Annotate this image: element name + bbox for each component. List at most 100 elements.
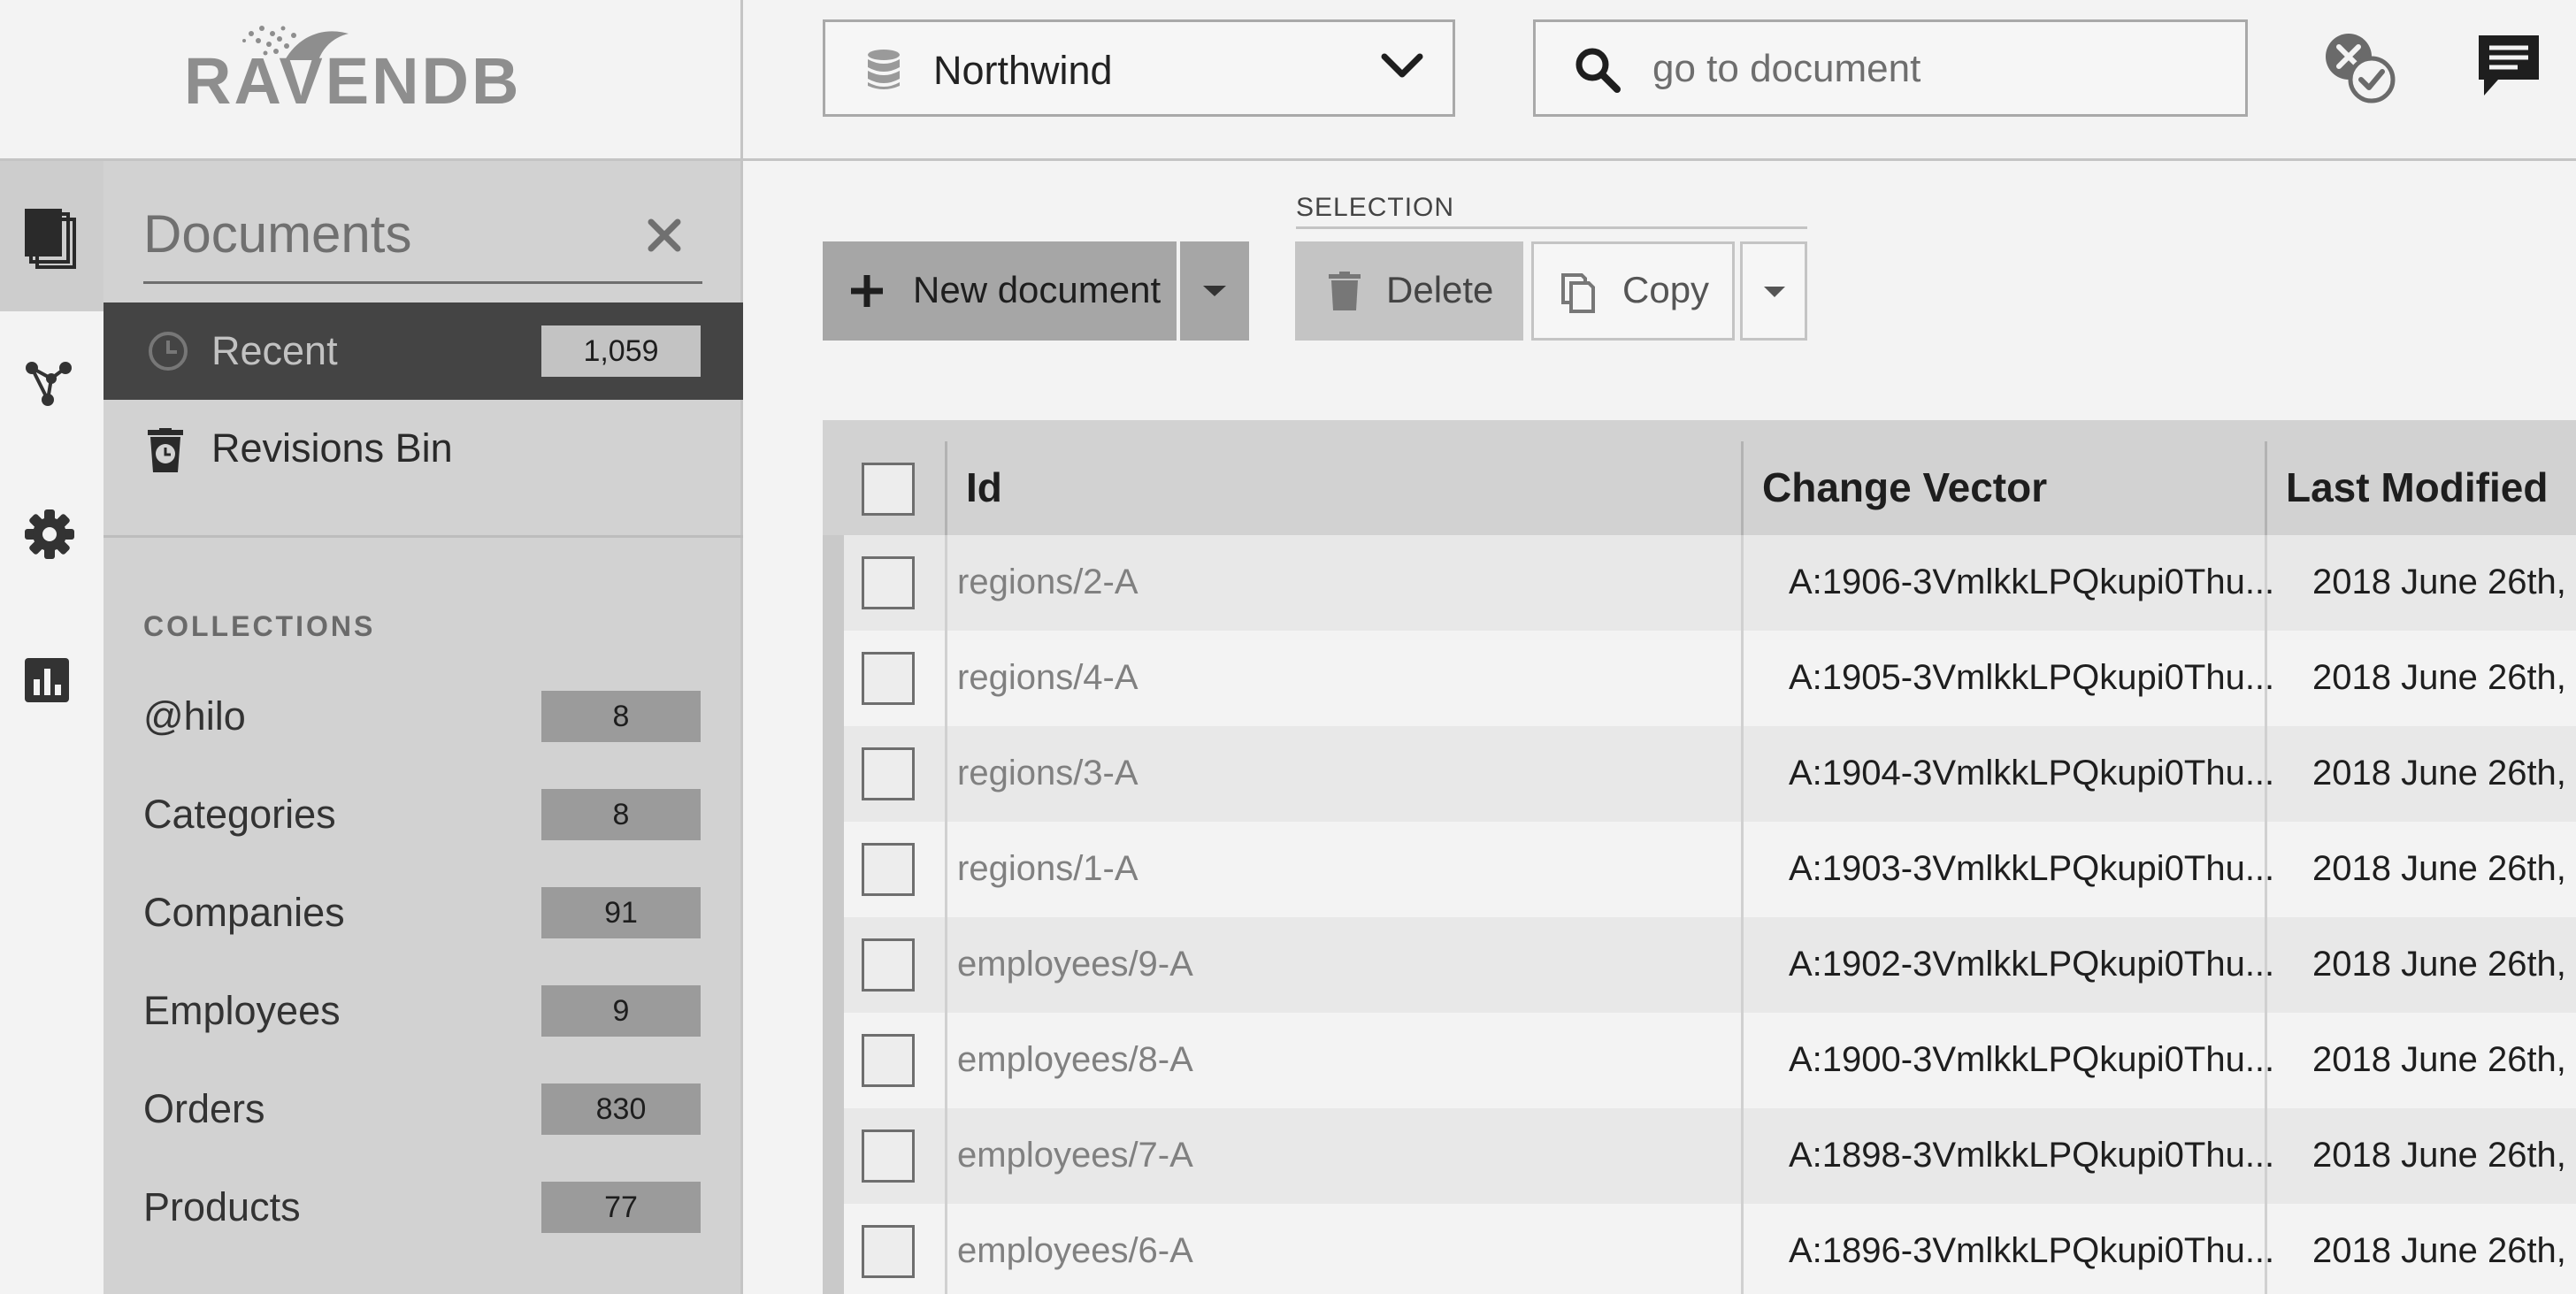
copy-button[interactable]: Copy xyxy=(1531,241,1735,341)
panel-divider xyxy=(104,535,743,538)
cell-last-modified: 2018 June 26th, 9: xyxy=(2312,1040,2576,1079)
cell-separator xyxy=(945,1108,947,1204)
logo-text: RAVENDB xyxy=(184,44,522,118)
cell-separator xyxy=(2265,1013,2267,1108)
cell-id[interactable]: regions/3-A xyxy=(957,749,1138,797)
column-separator[interactable] xyxy=(1741,441,1744,535)
rail-indexes-button[interactable] xyxy=(0,311,104,462)
cell-separator xyxy=(1741,917,1744,1013)
cell-separator xyxy=(945,1013,947,1108)
cell-id[interactable]: employees/9-A xyxy=(957,940,1193,988)
nav-item-recent[interactable]: Recent 1,059 xyxy=(104,302,743,400)
row-checkbox[interactable] xyxy=(862,556,915,609)
cell-change-vector: A:1904-3VmlkkLPQkupi0Thu... xyxy=(1789,754,2275,792)
table-row[interactable]: regions/2-A A:1906-3VmlkkLPQkupi0Thu... … xyxy=(844,535,2576,631)
cell-separator xyxy=(2265,917,2267,1013)
collection-item-orders[interactable]: Orders 830 xyxy=(104,1060,743,1158)
gear-icon xyxy=(25,509,74,559)
rail-settings-button[interactable] xyxy=(0,462,104,612)
row-checkbox[interactable] xyxy=(862,1225,915,1278)
row-checkbox[interactable] xyxy=(862,938,915,992)
cell-separator xyxy=(945,1204,947,1294)
table-row[interactable]: regions/1-A A:1903-3VmlkkLPQkupi0Thu... … xyxy=(844,822,2576,917)
connection-status-icon[interactable] xyxy=(2322,30,2396,104)
cell-separator xyxy=(1741,822,1744,917)
cell-id[interactable]: regions/2-A xyxy=(957,558,1138,606)
cell-change-vector: A:1906-3VmlkkLPQkupi0Thu... xyxy=(1789,563,2275,601)
search-icon xyxy=(1576,48,1621,93)
close-icon[interactable] xyxy=(647,218,682,253)
cell-separator xyxy=(945,631,947,726)
database-icon xyxy=(868,50,900,89)
rail-documents-button[interactable] xyxy=(0,161,104,311)
document-search[interactable] xyxy=(1533,19,2248,117)
table-row[interactable]: regions/3-A A:1904-3VmlkkLPQkupi0Thu... … xyxy=(844,726,2576,822)
cell-separator xyxy=(1741,726,1744,822)
collection-item-products[interactable]: Products 77 xyxy=(104,1159,743,1256)
cell-last-modified: 2018 June 26th, 9: xyxy=(2312,754,2576,792)
column-header-last-modified[interactable]: Last Modified xyxy=(2286,463,2548,512)
copy-dropdown-button[interactable] xyxy=(1740,241,1807,341)
row-checkbox[interactable] xyxy=(862,1129,915,1183)
new-document-dropdown-button[interactable] xyxy=(1180,241,1249,341)
cell-id[interactable]: regions/4-A xyxy=(957,654,1138,701)
cell-last-modified: 2018 June 26th, 9: xyxy=(2312,563,2576,601)
count-badge: 91 xyxy=(541,887,701,938)
cell-id[interactable]: employees/7-A xyxy=(957,1131,1193,1179)
plus-icon xyxy=(851,275,883,307)
collection-item-categories[interactable]: Categories 8 xyxy=(104,766,743,863)
select-all-checkbox[interactable] xyxy=(862,463,915,516)
row-checkbox[interactable] xyxy=(862,843,915,896)
collection-label: Categories xyxy=(143,792,336,837)
count-badge: 8 xyxy=(541,691,701,742)
documents-panel: Documents Recent 1,059 Revisions Bin COL… xyxy=(104,161,743,1294)
cell-id[interactable]: regions/1-A xyxy=(957,845,1138,892)
cell-separator xyxy=(1741,535,1744,631)
search-input[interactable] xyxy=(1652,43,2219,95)
delete-button[interactable]: Delete xyxy=(1295,241,1523,341)
new-document-button[interactable]: New document xyxy=(823,241,1177,341)
table-row[interactable]: regions/4-A A:1905-3VmlkkLPQkupi0Thu... … xyxy=(844,631,2576,726)
row-checkbox[interactable] xyxy=(862,652,915,705)
cell-change-vector: A:1902-3VmlkkLPQkupi0Thu... xyxy=(1789,945,2275,984)
column-separator xyxy=(945,441,947,535)
feedback-icon[interactable] xyxy=(2477,34,2541,99)
nav-item-revisions-bin[interactable]: Revisions Bin xyxy=(104,400,743,497)
collection-item-companies[interactable]: Companies 91 xyxy=(104,864,743,961)
collection-label: Companies xyxy=(143,890,345,935)
caret-down-icon xyxy=(1203,286,1226,296)
cell-separator xyxy=(1741,631,1744,726)
main-nav-rail xyxy=(0,161,104,1294)
row-checkbox[interactable] xyxy=(862,1034,915,1087)
nav-item-label: Revisions Bin xyxy=(211,425,453,471)
cell-separator xyxy=(2265,1108,2267,1204)
cell-separator xyxy=(2265,726,2267,822)
cell-separator xyxy=(945,726,947,822)
stats-icon xyxy=(25,658,69,702)
table-row[interactable]: employees/7-A A:1898-3VmlkkLPQkupi0Thu..… xyxy=(844,1108,2576,1204)
cell-change-vector: A:1905-3VmlkkLPQkupi0Thu... xyxy=(1789,658,2275,697)
column-separator[interactable] xyxy=(2265,441,2267,535)
column-header-id[interactable]: Id xyxy=(966,463,1002,512)
rail-stats-button[interactable] xyxy=(0,612,104,762)
cell-id[interactable]: employees/6-A xyxy=(957,1227,1193,1275)
table-row[interactable]: employees/8-A A:1900-3VmlkkLPQkupi0Thu..… xyxy=(844,1013,2576,1108)
database-selector[interactable]: Northwind xyxy=(823,19,1455,117)
collection-item-employees[interactable]: Employees 9 xyxy=(104,962,743,1060)
column-header-change-vector[interactable]: Change Vector xyxy=(1762,463,2047,512)
cell-separator xyxy=(945,535,947,631)
count-badge: 830 xyxy=(541,1083,701,1135)
cell-change-vector: A:1903-3VmlkkLPQkupi0Thu... xyxy=(1789,849,2275,888)
trash-icon xyxy=(1329,272,1361,310)
selection-group-rule xyxy=(1296,226,1807,229)
table-row[interactable]: employees/6-A A:1896-3VmlkkLPQkupi0Thu..… xyxy=(844,1204,2576,1294)
count-badge: 9 xyxy=(541,985,701,1037)
collection-label: Orders xyxy=(143,1086,265,1131)
table-row[interactable]: employees/9-A A:1902-3VmlkkLPQkupi0Thu..… xyxy=(844,917,2576,1013)
cell-id[interactable]: employees/8-A xyxy=(957,1036,1193,1083)
collection-item-hilo[interactable]: @hilo 8 xyxy=(104,668,743,765)
cell-separator xyxy=(1741,1204,1744,1294)
panel-title: Documents xyxy=(143,204,412,264)
row-checkbox[interactable] xyxy=(862,747,915,800)
cell-separator xyxy=(1741,1108,1744,1204)
